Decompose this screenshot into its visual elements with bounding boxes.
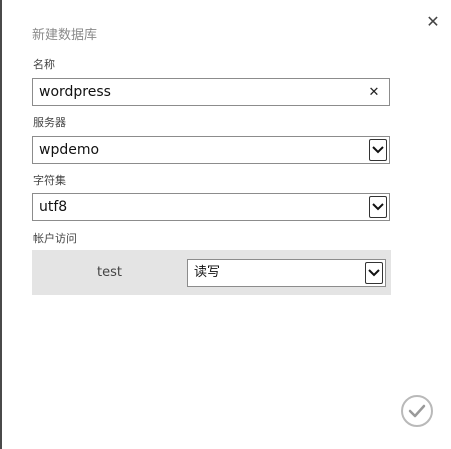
server-select-value[interactable]: wpdemo [39, 137, 99, 163]
confirm-button[interactable] [401, 395, 433, 427]
clear-icon[interactable]: ✕ [365, 83, 383, 101]
charset-select-value[interactable]: utf8 [39, 194, 67, 220]
chevron-down-icon[interactable] [369, 196, 387, 218]
window-left-edge [0, 0, 2, 449]
access-permission-select[interactable]: 读写 [187, 259, 386, 287]
charset-label: 字符集 [33, 174, 66, 187]
chevron-down-icon[interactable] [365, 262, 383, 284]
account-access-row: test 读写 [32, 250, 391, 295]
server-select[interactable]: wpdemo [32, 136, 390, 164]
name-input[interactable]: wordpress ✕ [32, 78, 390, 106]
server-label: 服务器 [33, 116, 66, 129]
charset-select[interactable]: utf8 [32, 193, 390, 221]
name-label: 名称 [33, 58, 55, 71]
access-user-name: test [97, 265, 122, 280]
close-icon[interactable]: ✕ [426, 12, 439, 31]
check-icon[interactable] [408, 404, 426, 418]
account-access-label: 帐户访问 [33, 232, 77, 245]
close-button[interactable]: ✕ [424, 12, 442, 31]
name-input-value[interactable]: wordpress [39, 79, 111, 105]
access-permission-value[interactable]: 读写 [194, 260, 220, 286]
chevron-down-icon[interactable] [369, 139, 387, 161]
dialog-title: 新建数据库 [32, 28, 98, 43]
